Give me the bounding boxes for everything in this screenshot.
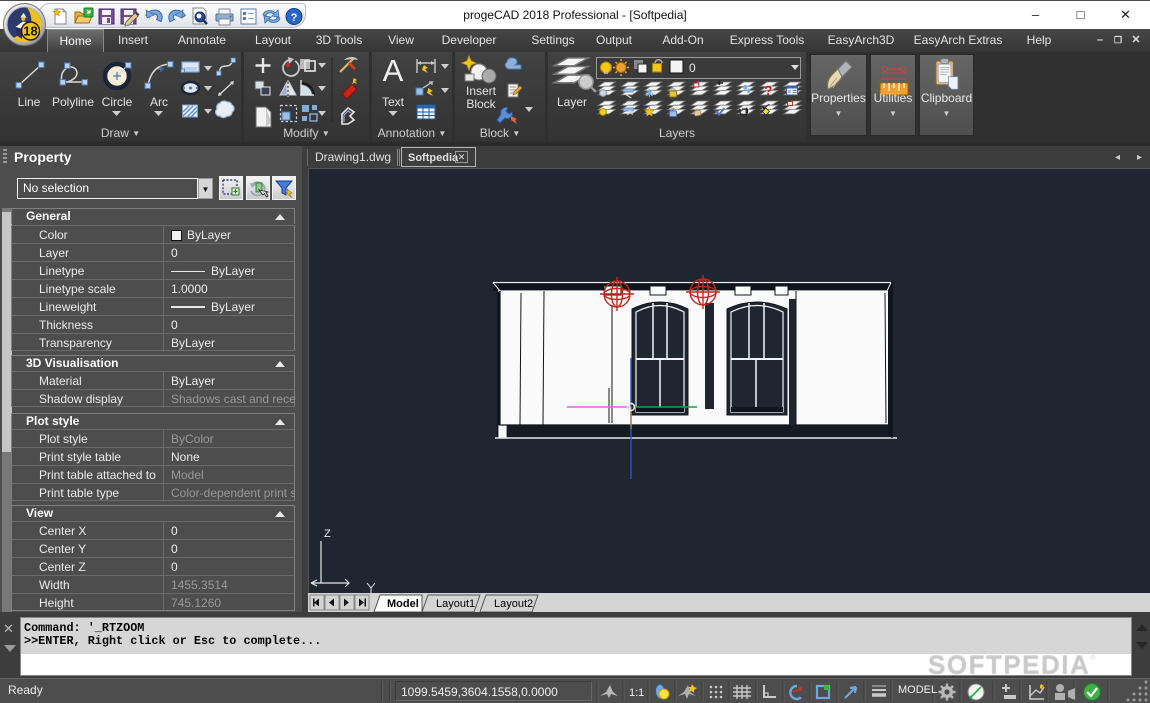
svg-text:?: ? (291, 12, 298, 24)
svg-text:18: 18 (23, 24, 37, 39)
svg-text:Text: Text (382, 95, 405, 109)
svg-text:Block: Block (466, 97, 496, 111)
svg-text:Layout1: Layout1 (436, 598, 475, 610)
svg-text:Line: Line (18, 95, 41, 109)
svg-text:Z: Z (324, 528, 331, 540)
svg-text:Model: Model (387, 598, 419, 610)
svg-text:1:1: 1:1 (629, 687, 644, 699)
svg-text:A: A (383, 53, 404, 88)
svg-text:Insert: Insert (466, 84, 497, 98)
svg-text:Arc: Arc (150, 95, 168, 109)
svg-text:0: 0 (689, 61, 696, 75)
svg-text:Circle: Circle (102, 95, 133, 109)
svg-text:?: ? (764, 83, 772, 98)
svg-text:Layout2: Layout2 (494, 598, 533, 610)
svg-text:Polyline: Polyline (52, 95, 94, 109)
